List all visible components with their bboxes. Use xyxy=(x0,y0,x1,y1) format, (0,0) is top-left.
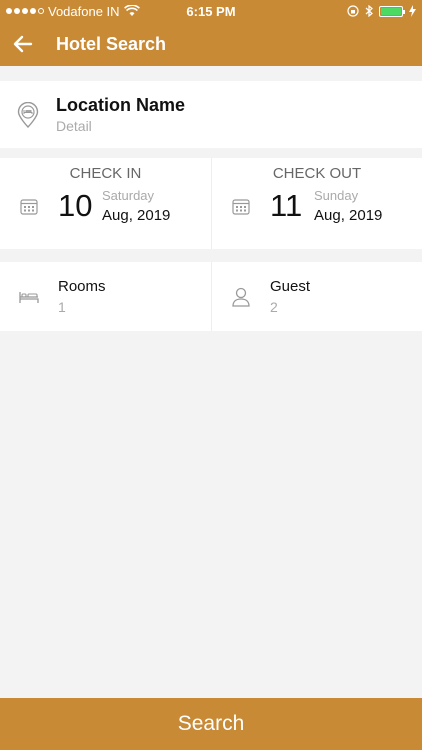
status-time: 6:15 PM xyxy=(186,3,236,19)
rooms-text: Rooms 1 xyxy=(58,278,106,315)
check-in-picker[interactable]: CHECK IN 10 Saturday Aug, 2019 xyxy=(0,158,211,249)
guest-picker[interactable]: Guest 2 xyxy=(211,262,422,331)
location-name: Location Name xyxy=(56,95,186,115)
nav-bar: Hotel Search xyxy=(0,22,422,66)
check-in-label: CHECK IN xyxy=(69,165,142,182)
calendar-icon xyxy=(0,198,58,215)
check-in-info: Saturday Aug, 2019 xyxy=(102,188,170,224)
occupancy-selector: Rooms 1 Guest 2 xyxy=(0,262,422,331)
rooms-picker[interactable]: Rooms 1 xyxy=(0,262,211,331)
location-text: Location Name Detail xyxy=(56,95,185,134)
arrow-left-icon xyxy=(13,35,33,53)
person-icon xyxy=(212,287,270,307)
check-out-label: CHECK OUT xyxy=(272,165,362,182)
app-header: Vodafone IN 6:15 PM Hotel Search xyxy=(0,0,422,66)
check-out-month-year: Aug, 2019 xyxy=(314,207,383,224)
status-bar: Vodafone IN 6:15 PM xyxy=(0,0,422,22)
rooms-value: 1 xyxy=(58,299,66,315)
check-out-info: Sunday Aug, 2019 xyxy=(314,188,382,224)
date-selector: CHECK IN 10 Saturday Aug, 2019 CHECK OUT xyxy=(0,158,422,249)
check-in-weekday: Saturday xyxy=(102,188,155,203)
check-out-date: 11 Sunday Aug, 2019 xyxy=(212,188,422,224)
back-button[interactable] xyxy=(0,22,46,66)
rooms-label: Rooms xyxy=(58,278,106,295)
check-in-date: 10 Saturday Aug, 2019 xyxy=(0,188,211,224)
location-detail: Detail xyxy=(56,118,92,134)
guest-text: Guest 2 xyxy=(270,278,310,315)
check-out-picker[interactable]: CHECK OUT 11 Sunday Aug, 2019 xyxy=(211,158,422,249)
bed-icon xyxy=(0,290,58,304)
location-selector[interactable]: Location Name Detail xyxy=(0,81,422,148)
check-out-day: 11 xyxy=(270,188,303,223)
page-title: Hotel Search xyxy=(56,33,167,54)
check-in-day: 10 xyxy=(58,188,93,223)
hotel-pin-icon xyxy=(0,101,56,128)
guest-value: 2 xyxy=(270,299,278,315)
calendar-icon xyxy=(212,198,270,215)
search-button[interactable]: Search xyxy=(0,698,422,750)
guest-label: Guest xyxy=(270,278,311,295)
battery-icon xyxy=(379,5,405,17)
check-in-month-year: Aug, 2019 xyxy=(102,207,171,224)
check-out-weekday: Sunday xyxy=(314,188,359,203)
